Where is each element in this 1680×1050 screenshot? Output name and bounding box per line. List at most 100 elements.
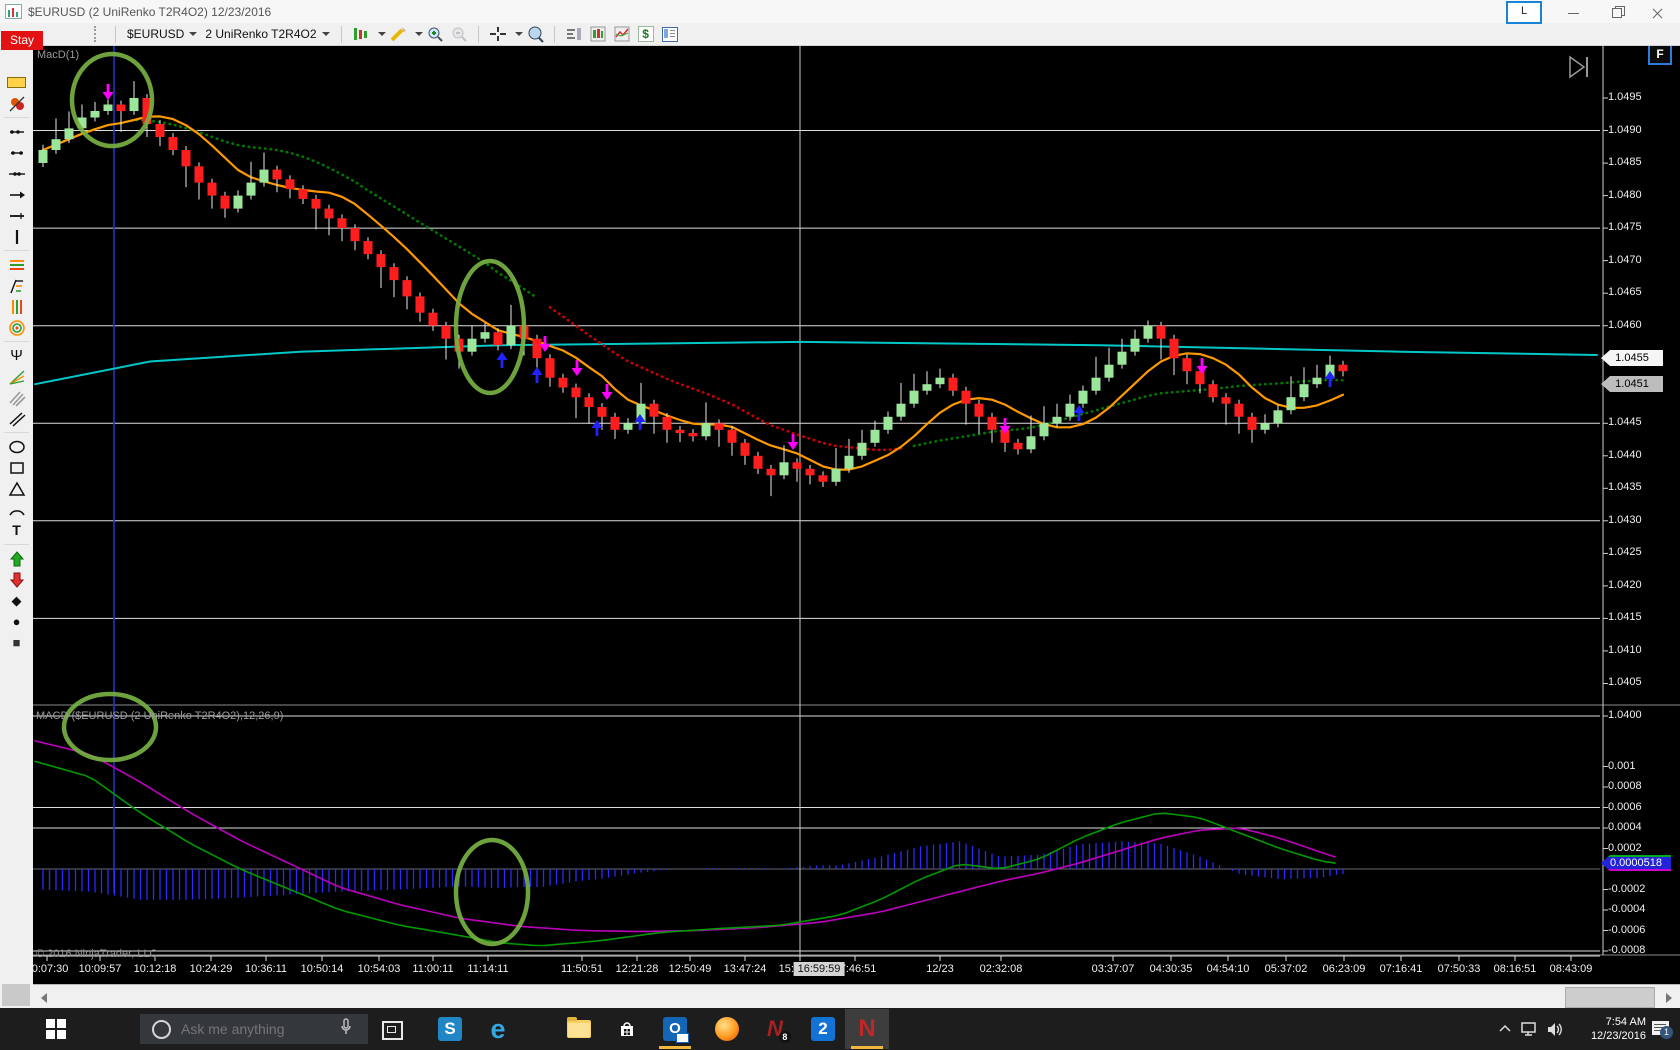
scrollbar-thumb[interactable] xyxy=(1565,987,1655,1008)
focus-button[interactable]: F xyxy=(1648,43,1672,65)
tool-arrowdown[interactable] xyxy=(0,569,33,590)
crosshair-time-tag: 16:59:59 xyxy=(793,962,845,976)
data-box-icon[interactable] xyxy=(564,24,584,44)
price-axis-label: 1.0460 xyxy=(1608,319,1642,331)
playback-marker-icon[interactable] xyxy=(1566,54,1596,82)
firefox-icon xyxy=(715,1017,739,1041)
bid-price-tag: 1.0451 xyxy=(1601,376,1663,392)
tool-parallel[interactable] xyxy=(0,387,33,408)
crosshair-icon[interactable] xyxy=(488,24,508,44)
tool-ruler[interactable] xyxy=(0,72,33,93)
toolbar-grip[interactable] xyxy=(94,26,100,42)
tool-triangle[interactable] xyxy=(0,478,33,499)
taskbar-app-firefox[interactable] xyxy=(705,1009,749,1049)
taskbar-app-zapp[interactable]: 2 xyxy=(801,1009,845,1049)
minimize-button[interactable] xyxy=(1554,2,1594,22)
clock-time: 7:54 AM xyxy=(1605,1016,1646,1028)
time-axis-label: 04:30:35 xyxy=(1149,963,1193,975)
time-axis-label: 10:50:14 xyxy=(300,963,344,975)
tool-separator xyxy=(4,117,29,118)
interval-label: 2 UniRenko T2R4O2 xyxy=(205,27,317,41)
price-axis-label: 1.0400 xyxy=(1608,709,1642,721)
zoom-out-icon[interactable] xyxy=(449,24,469,44)
instrument-selector[interactable]: $EURUSD xyxy=(123,25,201,43)
scroll-left-button[interactable] xyxy=(37,989,53,1005)
tool-text[interactable]: T xyxy=(0,520,33,541)
chart-style-icon[interactable] xyxy=(351,24,371,44)
microphone-icon[interactable] xyxy=(339,1017,353,1042)
tray-volume-icon[interactable] xyxy=(1546,1022,1566,1042)
search-input[interactable] xyxy=(179,1020,333,1038)
price-axis-label: 1.0415 xyxy=(1608,611,1642,623)
time-axis-label: 10:36:11 xyxy=(244,963,288,975)
tool-vline[interactable] xyxy=(0,226,33,247)
tool-arrowup[interactable] xyxy=(0,548,33,569)
tool-riskreward[interactable] xyxy=(0,93,33,114)
tool-diamond[interactable]: ◆ xyxy=(0,590,33,611)
start-button[interactable] xyxy=(46,1019,68,1041)
time-axis-label: 10:09:57 xyxy=(78,963,122,975)
taskbar-app-edge[interactable]: e xyxy=(476,1009,520,1049)
taskbar-app-file-explorer[interactable] xyxy=(557,1009,601,1049)
taskbar-app-skype[interactable]: S xyxy=(428,1009,472,1049)
tool-fibext[interactable] xyxy=(0,275,33,296)
tool-diagonal[interactable] xyxy=(0,408,33,429)
interval-selector[interactable]: 2 UniRenko T2R4O2 xyxy=(201,25,333,43)
chart-horizontal-scrollbar[interactable] xyxy=(33,984,1680,1009)
price-axis-label: 1.0435 xyxy=(1608,481,1642,493)
zoom-region-icon[interactable] xyxy=(525,24,545,44)
time-axis-label: 02:32:08 xyxy=(979,963,1023,975)
taskbar-app-ninjatrader8[interactable]: N8 xyxy=(753,1009,797,1049)
stay-in-draw-mode-button[interactable]: Stay xyxy=(1,31,43,50)
link-button[interactable]: L xyxy=(1506,0,1542,24)
tool-ray[interactable] xyxy=(0,121,33,142)
chevron-down-icon xyxy=(189,32,198,36)
ninjatrader-icon: N xyxy=(858,1015,876,1042)
tool-fibret[interactable] xyxy=(0,254,33,275)
drawing-tool-column: Ψ T ◆ ● ■ xyxy=(0,46,33,1008)
taskbar-app-outlook[interactable]: O xyxy=(653,1009,697,1049)
restore-button[interactable] xyxy=(1596,2,1636,22)
time-axis-label: 12:21:28 xyxy=(615,963,659,975)
drawing-tools-icon[interactable] xyxy=(388,24,408,44)
scroll-right-button[interactable] xyxy=(1660,989,1676,1005)
indicators-icon[interactable] xyxy=(612,24,632,44)
instrument-label: $EURUSD xyxy=(127,27,185,41)
close-button[interactable] xyxy=(1638,2,1678,22)
cortana-search-box[interactable] xyxy=(140,1014,368,1044)
tool-hline[interactable] xyxy=(0,205,33,226)
tool-arrowline[interactable] xyxy=(0,184,33,205)
scroll-corner xyxy=(2,984,30,1006)
tool-dot[interactable]: ● xyxy=(0,611,33,632)
tool-fan[interactable] xyxy=(0,366,33,387)
file-explorer-icon xyxy=(567,1017,591,1038)
tool-fibtime[interactable] xyxy=(0,296,33,317)
tool-square[interactable]: ■ xyxy=(0,632,33,653)
tray-chevron-up-icon[interactable] xyxy=(1498,1022,1512,1040)
price-axis-label: 1.0410 xyxy=(1608,644,1642,656)
tool-arc[interactable] xyxy=(0,499,33,520)
chart-canvas[interactable] xyxy=(0,0,1680,1050)
taskbar-app-store[interactable] xyxy=(605,1009,649,1049)
properties-icon[interactable] xyxy=(660,24,680,44)
ninjatrader8-icon: N8 xyxy=(767,1016,791,1043)
time-axis-label: 10:54:03 xyxy=(357,963,401,975)
tool-separator xyxy=(4,250,29,251)
taskbar-app-ninjatrader[interactable]: N xyxy=(845,1009,889,1049)
task-view-button[interactable] xyxy=(382,1021,403,1040)
macd-axis-label: 0.0008 xyxy=(1608,780,1642,792)
tool-segment[interactable] xyxy=(0,142,33,163)
time-axis-label: 05:37:02 xyxy=(1264,963,1308,975)
time-axis-label: 11:14:11 xyxy=(467,963,509,975)
chevron-down-icon xyxy=(514,32,523,36)
tool-rect[interactable] xyxy=(0,457,33,478)
instrument-list-icon[interactable]: $ xyxy=(636,24,656,44)
tray-clock[interactable]: 7:54 AM 12/23/2016 xyxy=(1566,1015,1646,1043)
tray-network-icon[interactable] xyxy=(1520,1022,1540,1041)
chart-trader-icon[interactable] xyxy=(588,24,608,44)
tool-fibcircle[interactable] xyxy=(0,317,33,338)
tool-pitchfork[interactable]: Ψ xyxy=(0,345,33,366)
zoom-in-icon[interactable] xyxy=(425,24,445,44)
tool-ellipse[interactable] xyxy=(0,436,33,457)
tool-extline[interactable] xyxy=(0,163,33,184)
